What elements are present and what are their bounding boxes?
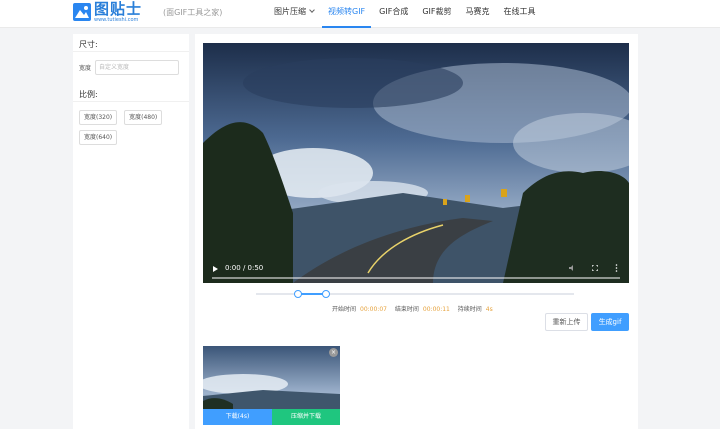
top-header: 图贴士 www.tutieshi.com (面GIF工具之家) 图片压缩 视频转… <box>0 0 720 28</box>
trim-range-slider[interactable] <box>256 290 574 298</box>
end-time-label: 结束时间 <box>394 306 419 313</box>
more-options-icon[interactable] <box>615 264 618 272</box>
width-input[interactable] <box>95 59 180 75</box>
nav-gif-compose[interactable]: GIF合成 <box>373 0 414 28</box>
video-progress-bar[interactable] <box>212 277 620 279</box>
logo-title: 图贴士 <box>94 0 143 18</box>
reupload-button[interactable]: 重新上传 <box>545 313 588 331</box>
nav-image-compress[interactable]: 图片压缩 <box>268 0 320 28</box>
volume-icon[interactable] <box>569 265 575 271</box>
end-time-value: 00:00:11 <box>422 306 450 313</box>
nav-label: GIF裁剪 <box>422 7 452 16</box>
trim-start-handle[interactable] <box>294 290 302 298</box>
slogan: (面GIF工具之家) <box>163 8 223 17</box>
trim-end-handle[interactable] <box>322 290 330 298</box>
nav-online-tools[interactable]: 在线工具 <box>498 0 542 28</box>
nav-label: 视频转GIF <box>328 7 366 16</box>
nav-mosaic[interactable]: 马赛克 <box>460 0 496 28</box>
duration-value: 4s <box>485 306 493 313</box>
nav-label: 在线工具 <box>503 7 536 16</box>
start-time-value: 00:00:07 <box>360 306 387 313</box>
nav-label: GIF合成 <box>379 7 409 16</box>
nav-label: 马赛克 <box>465 7 490 16</box>
close-icon[interactable]: × <box>329 348 338 357</box>
ratio-320-button[interactable]: 宽度(320) <box>79 110 118 125</box>
nav-label: 图片压缩 <box>274 7 306 16</box>
ratio-buttons: 宽度(320) 宽度(480) 宽度(640) <box>73 102 189 150</box>
compress-download-button[interactable]: 压缩并下载 <box>272 409 340 425</box>
width-row: 宽度 <box>73 52 189 82</box>
main-panel: 0:00 / 0:50 开始时间 00:00:07 结束时间 00:00:11 持续… <box>195 34 638 429</box>
ratio-title: 比例: <box>73 84 189 102</box>
video-time: 0:00 / 0:50 <box>225 264 264 272</box>
video-player[interactable]: 0:00 / 0:50 <box>203 43 629 283</box>
start-time-label: 开始时间 <box>332 306 357 313</box>
size-title: 尺寸: <box>73 34 189 52</box>
trim-times: 开始时间 00:00:07 结束时间 00:00:11 持续时间 4s <box>332 304 499 313</box>
width-label: 宽度 <box>79 64 92 72</box>
main-nav: 图片压缩 视频转GIF GIF合成 GIF裁剪 马赛克 在线工具 <box>268 0 544 28</box>
site-logo[interactable]: 图贴士 www.tutieshi.com <box>73 2 142 26</box>
logo-icon <box>73 3 91 21</box>
download-button[interactable]: 下载(4s) <box>203 409 272 425</box>
nav-video-to-gif[interactable]: 视频转GIF <box>322 0 372 28</box>
ratio-640-button[interactable]: 宽度(640) <box>79 130 118 145</box>
settings-panel: 尺寸: 宽度 比例: 宽度(320) 宽度(480) 宽度(640) <box>73 34 189 429</box>
logo-url: www.tutieshi.com <box>94 17 139 23</box>
video-frame <box>203 43 629 283</box>
ratio-480-button[interactable]: 宽度(480) <box>124 110 163 125</box>
gif-result-card: × 下载(4s) 压缩并下载 <box>203 346 340 425</box>
trim-range-fill <box>298 293 325 295</box>
play-icon[interactable] <box>213 266 218 272</box>
fullscreen-icon[interactable] <box>592 265 598 271</box>
duration-label: 持续时间 <box>457 306 482 313</box>
result-actions: 下载(4s) 压缩并下载 <box>203 409 340 425</box>
generate-gif-button[interactable]: 生成gif <box>591 313 629 331</box>
nav-gif-crop[interactable]: GIF裁剪 <box>416 0 457 28</box>
chevron-down-icon <box>309 7 315 13</box>
video-controls: 0:00 / 0:50 <box>203 253 629 283</box>
